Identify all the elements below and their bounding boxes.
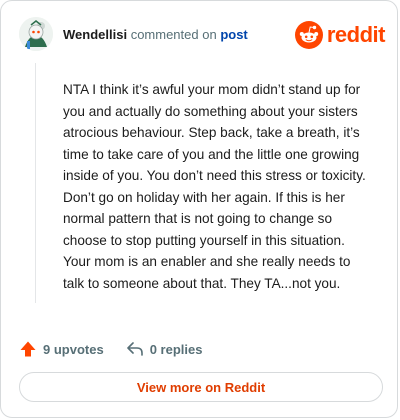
reply-button[interactable]: 0 replies <box>126 340 203 358</box>
reply-arrow-icon <box>126 342 143 356</box>
comment-body: NTA I think it’s awful your mom didn’t s… <box>63 82 366 291</box>
reddit-wordmark: reddit <box>326 22 386 47</box>
upvote-arrow-icon <box>20 341 36 357</box>
avatar[interactable] <box>19 17 53 51</box>
reply-count: 0 replies <box>149 341 203 357</box>
comment-meta: Wendellisi commented on post <box>63 27 248 42</box>
upvote-button[interactable]: 9 upvotes <box>19 340 104 358</box>
comment-actions: 9 upvotes 0 replies <box>19 339 202 359</box>
view-more-button[interactable]: View more on Reddit <box>19 372 383 402</box>
comment-header: Wendellisi commented on post reddit <box>19 17 386 53</box>
reddit-logo[interactable]: reddit <box>294 21 386 49</box>
embedded-comment-card: Wendellisi commented on post reddit NTA … <box>0 0 398 418</box>
username-link[interactable]: Wendellisi <box>63 27 127 42</box>
thread-line <box>35 63 36 303</box>
action-text: commented on <box>130 27 217 42</box>
post-link[interactable]: post <box>220 27 247 42</box>
reddit-alien-icon <box>294 21 323 49</box>
snoo-avatar-icon <box>19 17 53 51</box>
upvote-count: 9 upvotes <box>43 341 104 357</box>
